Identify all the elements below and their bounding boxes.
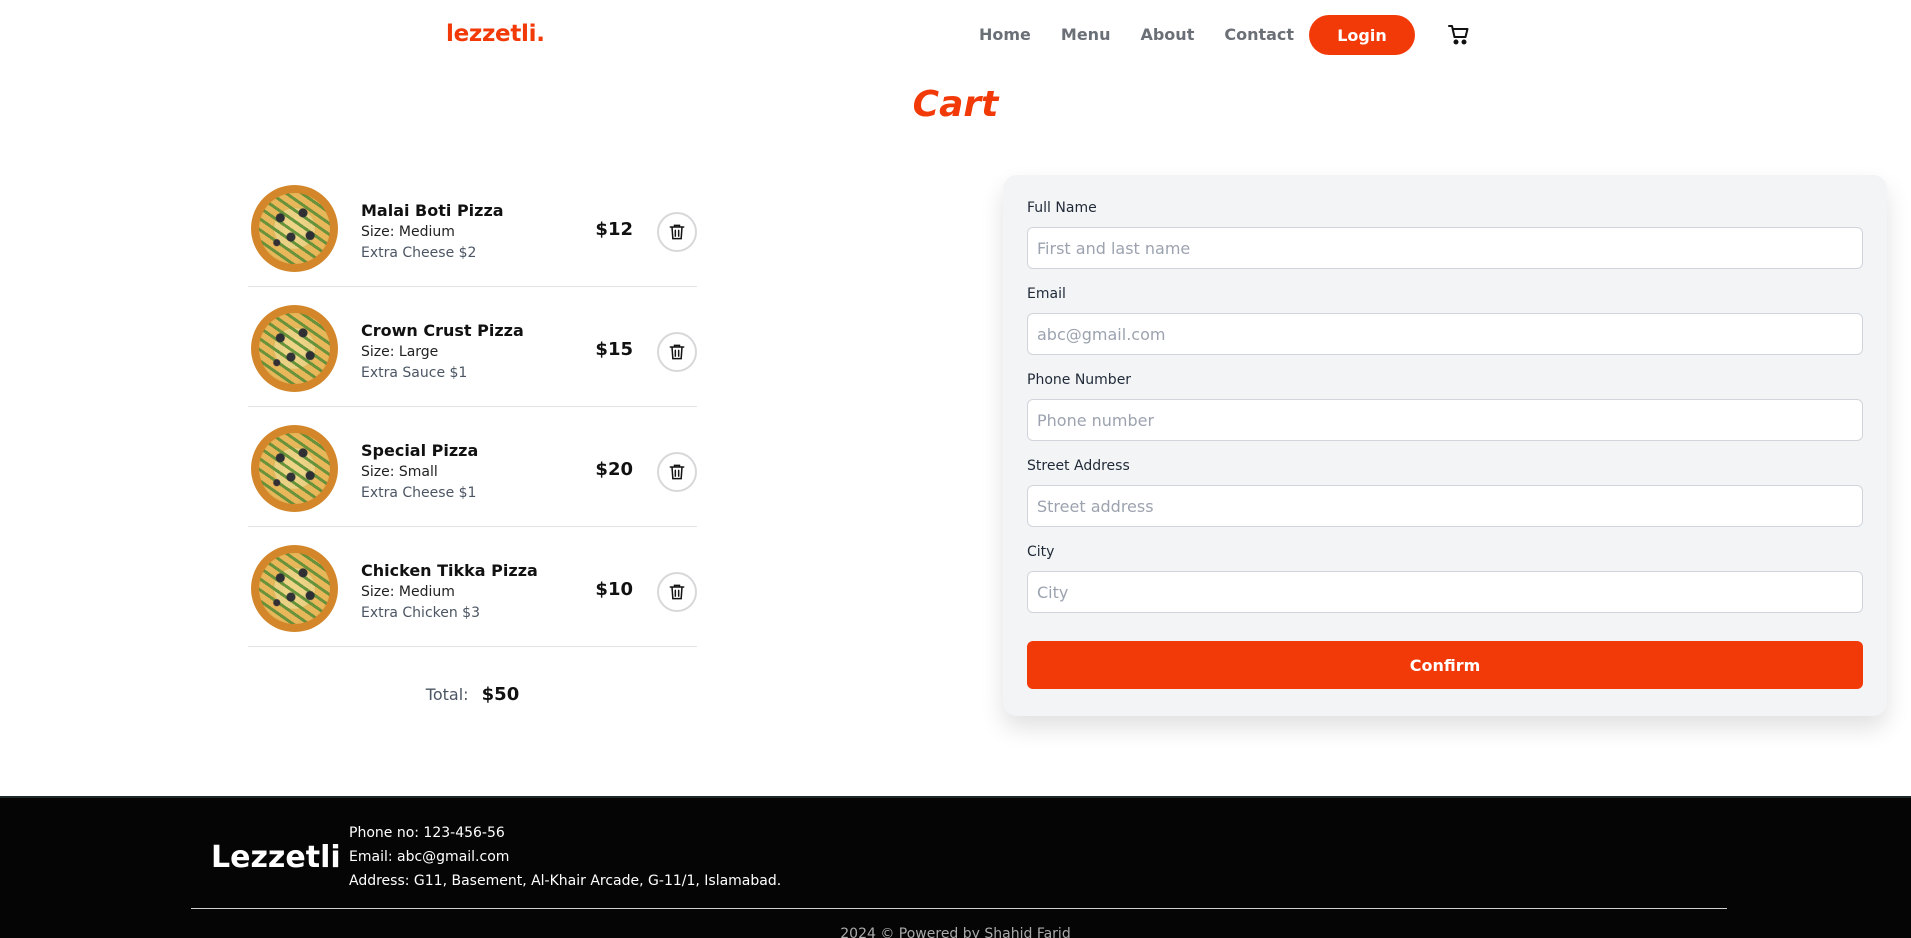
- cart-item: Special Pizza Size: Small Extra Cheese $…: [248, 407, 697, 527]
- item-size: Size: Large: [361, 344, 439, 360]
- delete-item-button[interactable]: [657, 572, 697, 612]
- delete-item-button[interactable]: [657, 212, 697, 252]
- item-extra: Extra Sauce $1: [361, 365, 468, 381]
- footer-divider: [191, 908, 1727, 909]
- trash-icon: [669, 464, 685, 480]
- item-size: Size: Medium: [361, 584, 455, 600]
- pizza-image: [251, 425, 338, 512]
- cart-icon[interactable]: [1447, 23, 1471, 47]
- main-nav: Home Menu About Contact: [979, 25, 1324, 44]
- phone-input[interactable]: [1027, 399, 1863, 441]
- email-label: Email: [1027, 286, 1066, 302]
- item-extra: Extra Cheese $1: [361, 485, 477, 501]
- nav-about[interactable]: About: [1140, 25, 1194, 44]
- item-name: Special Pizza: [361, 441, 479, 460]
- copyright: 2024 © Powered by Shahid Farid: [840, 926, 1071, 938]
- street-address-input[interactable]: [1027, 485, 1863, 527]
- cart-item: Crown Crust Pizza Size: Large Extra Sauc…: [248, 287, 697, 407]
- trash-icon: [669, 584, 685, 600]
- nav-home[interactable]: Home: [979, 25, 1031, 44]
- pizza-image: [251, 545, 338, 632]
- page-title: Cart: [912, 84, 999, 125]
- nav-contact[interactable]: Contact: [1224, 25, 1294, 44]
- street-address-label: Street Address: [1027, 458, 1130, 474]
- cart-total: Total: $50: [248, 684, 697, 705]
- full-name-input[interactable]: [1027, 227, 1863, 269]
- city-label: City: [1027, 544, 1055, 560]
- item-price: $15: [595, 339, 633, 360]
- cart-item: Chicken Tikka Pizza Size: Medium Extra C…: [248, 527, 697, 647]
- item-size: Size: Small: [361, 464, 438, 480]
- city-input[interactable]: [1027, 571, 1863, 613]
- phone-label: Phone Number: [1027, 372, 1132, 388]
- email-input[interactable]: [1027, 313, 1863, 355]
- footer-email: Email: abc@gmail.com: [349, 849, 510, 865]
- pizza-image: [251, 305, 338, 392]
- footer-brand: Lezzetli: [211, 840, 341, 875]
- checkout-form: Full Name Email Phone Number Street Addr…: [1003, 175, 1887, 716]
- cart-list: Malai Boti Pizza Size: Medium Extra Chee…: [248, 167, 697, 647]
- item-size: Size: Medium: [361, 224, 455, 240]
- item-name: Chicken Tikka Pizza: [361, 561, 538, 580]
- item-name: Crown Crust Pizza: [361, 321, 524, 340]
- brand-logo[interactable]: lezzetli.: [446, 21, 545, 47]
- nav-menu[interactable]: Menu: [1061, 25, 1111, 44]
- item-price: $12: [595, 219, 633, 240]
- full-name-label: Full Name: [1027, 200, 1097, 216]
- footer-phone: Phone no: 123-456-56: [349, 825, 505, 841]
- total-value: $50: [481, 684, 520, 705]
- item-price: $10: [595, 579, 633, 600]
- item-extra: Extra Chicken $3: [361, 605, 480, 621]
- cart-item: Malai Boti Pizza Size: Medium Extra Chee…: [248, 167, 697, 287]
- delete-item-button[interactable]: [657, 452, 697, 492]
- login-button[interactable]: Login: [1309, 15, 1415, 55]
- trash-icon: [669, 344, 685, 360]
- pizza-image: [251, 185, 338, 272]
- footer-address: Address: G11, Basement, Al-Khair Arcade,…: [349, 873, 782, 889]
- trash-icon: [669, 224, 685, 240]
- confirm-button[interactable]: Confirm: [1027, 641, 1863, 689]
- item-extra: Extra Cheese $2: [361, 245, 477, 261]
- item-name: Malai Boti Pizza: [361, 201, 504, 220]
- delete-item-button[interactable]: [657, 332, 697, 372]
- footer: Lezzetli Phone no: 123-456-56 Email: abc…: [0, 796, 1911, 938]
- item-price: $20: [595, 459, 633, 480]
- total-label: Total:: [425, 685, 469, 704]
